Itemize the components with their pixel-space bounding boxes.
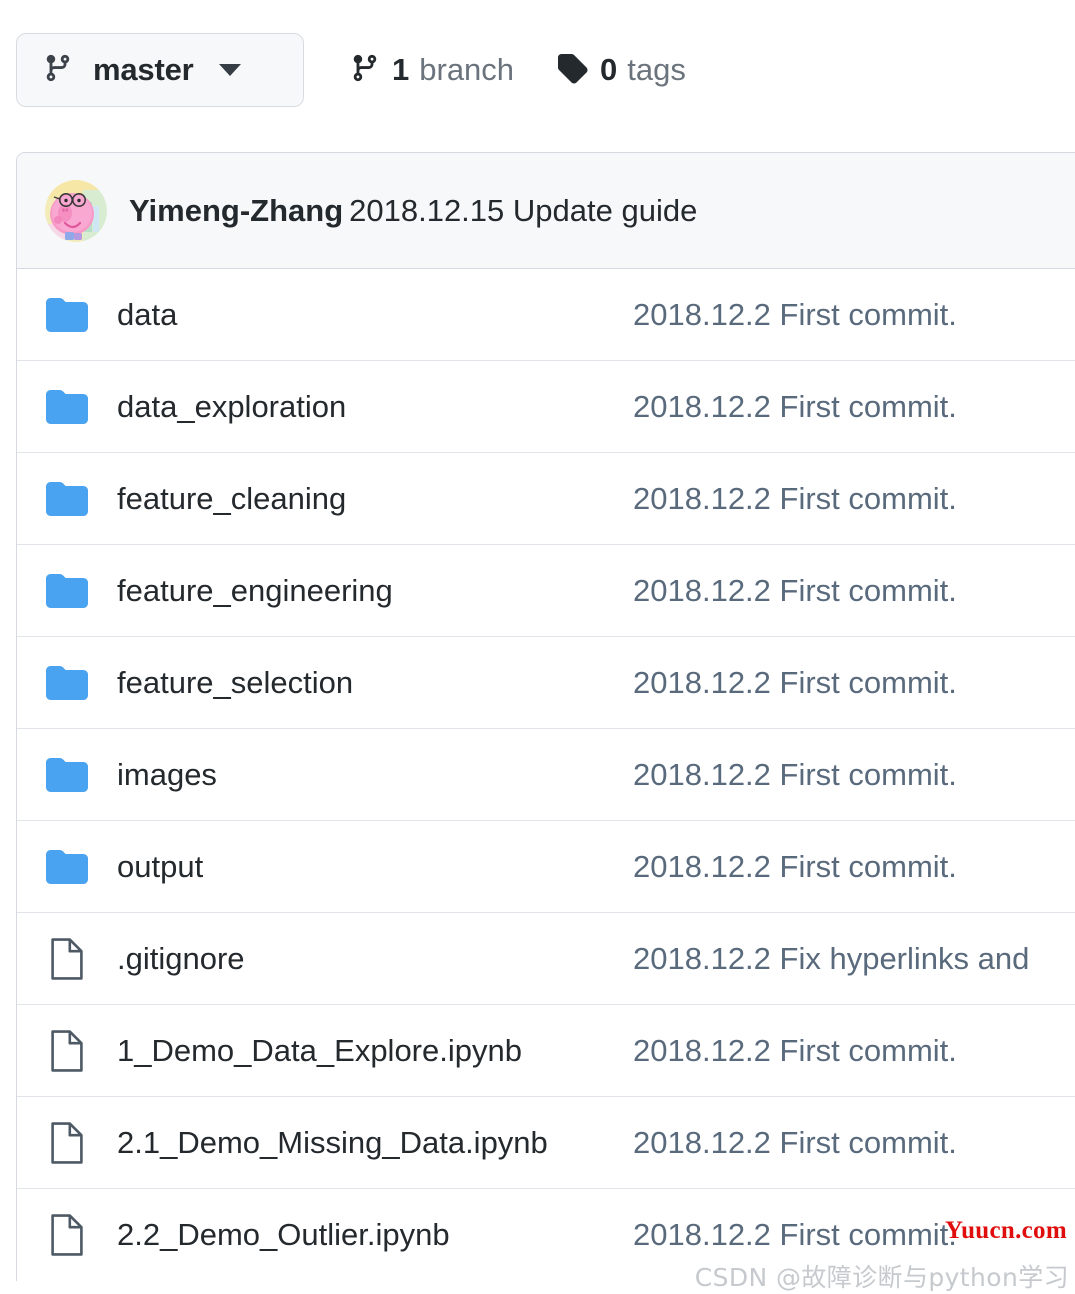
branch-count-link[interactable]: 1 branch	[350, 51, 514, 90]
commit-message-cell[interactable]: 2018.12.2 First commit.	[633, 1217, 1075, 1253]
table-row[interactable]: data_exploration 2018.12.2 First commit.	[17, 361, 1075, 453]
folder-name-link[interactable]: output	[117, 849, 633, 885]
table-row[interactable]: data 2018.12.2 First commit.	[17, 269, 1075, 361]
entry-name[interactable]: data	[117, 297, 177, 332]
table-row[interactable]: 2.1_Demo_Missing_Data.ipynb 2018.12.2 Fir…	[17, 1097, 1075, 1189]
tag-count-link[interactable]: 0 tags	[556, 51, 686, 90]
table-row[interactable]: feature_selection 2018.12.2 First commit.	[17, 637, 1075, 729]
folder-name-link[interactable]: data	[117, 297, 633, 333]
branch-selector-button[interactable]: master	[16, 33, 304, 107]
folder-name-link[interactable]: data_exploration	[117, 389, 633, 425]
entry-name[interactable]: 2.2_Demo_Outlier.ipynb	[117, 1217, 450, 1252]
table-row[interactable]: output 2018.12.2 First commit.	[17, 821, 1075, 913]
entry-name[interactable]: 1_Demo_Data_Explore.ipynb	[117, 1033, 522, 1068]
branch-name-label: master	[93, 52, 194, 87]
table-row[interactable]: images 2018.12.2 First commit.	[17, 729, 1075, 821]
git-branch-icon	[43, 51, 73, 90]
chevron-down-icon	[219, 64, 242, 76]
table-row[interactable]: .gitignore 2018.12.2 Fix hyperlinks and	[17, 913, 1075, 1005]
folder-name-link[interactable]: feature_cleaning	[117, 481, 633, 517]
folder-icon	[17, 296, 117, 334]
repo-meta-group: 1 branch 0 tags	[350, 51, 686, 90]
entry-name[interactable]: .gitignore	[117, 941, 245, 976]
commit-message-cell[interactable]: 2018.12.2 First commit.	[633, 573, 1075, 609]
file-name-link[interactable]: 2.2_Demo_Outlier.ipynb	[117, 1217, 633, 1253]
commit-message-cell[interactable]: 2018.12.2 First commit.	[633, 481, 1075, 517]
entry-name[interactable]: output	[117, 849, 203, 884]
commit-author[interactable]: Yimeng-Zhang	[129, 193, 343, 228]
entry-name[interactable]: 2.1_Demo_Missing_Data.ipynb	[117, 1125, 548, 1160]
folder-icon	[17, 664, 117, 702]
folder-icon	[17, 480, 117, 518]
entry-name[interactable]: images	[117, 757, 217, 792]
commit-summary: Yimeng-Zhang 2018.12.15 Update guide	[129, 193, 697, 229]
file-name-link[interactable]: 2.1_Demo_Missing_Data.ipynb	[117, 1125, 633, 1161]
folder-icon	[17, 572, 117, 610]
commit-message-cell[interactable]: 2018.12.2 First commit.	[633, 665, 1075, 701]
entry-name[interactable]: feature_cleaning	[117, 481, 346, 516]
tag-count-value: 0	[600, 52, 618, 87]
folder-name-link[interactable]: feature_engineering	[117, 573, 633, 609]
entry-name[interactable]: data_exploration	[117, 389, 346, 424]
commit-message[interactable]: 2018.12.15 Update guide	[349, 193, 697, 228]
file-icon	[17, 937, 117, 981]
commit-message-cell[interactable]: 2018.12.2 First commit.	[633, 1033, 1075, 1069]
avatar[interactable]	[45, 179, 107, 242]
table-row[interactable]: 2.2_Demo_Outlier.ipynb 2018.12.2 First co…	[17, 1189, 1075, 1281]
latest-commit-header: Yimeng-Zhang 2018.12.15 Update guide	[17, 153, 1075, 269]
repository-file-table: Yimeng-Zhang 2018.12.15 Update guide data…	[16, 152, 1075, 1281]
folder-icon	[17, 756, 117, 794]
branch-count-value: 1	[392, 52, 410, 87]
table-row[interactable]: feature_cleaning 2018.12.2 First commit.	[17, 453, 1075, 545]
entry-name[interactable]: feature_engineering	[117, 573, 393, 608]
folder-name-link[interactable]: feature_selection	[117, 665, 633, 701]
folder-icon	[17, 848, 117, 886]
commit-message-cell[interactable]: 2018.12.2 First commit.	[633, 757, 1075, 793]
folder-name-link[interactable]: images	[117, 757, 633, 793]
commit-message-cell[interactable]: 2018.12.2 First commit.	[633, 1125, 1075, 1161]
repo-toolbar: master 1 branch 0 tags	[0, 0, 1075, 140]
table-row[interactable]: feature_engineering 2018.12.2 First commi…	[17, 545, 1075, 637]
tag-count-label: tags	[627, 52, 686, 87]
git-branch-icon	[350, 51, 380, 90]
commit-message-cell[interactable]: 2018.12.2 First commit.	[633, 297, 1075, 333]
commit-message-cell[interactable]: 2018.12.2 First commit.	[633, 389, 1075, 425]
table-row[interactable]: 1_Demo_Data_Explore.ipynb 2018.12.2 First…	[17, 1005, 1075, 1097]
file-icon	[17, 1029, 117, 1073]
commit-message-cell[interactable]: 2018.12.2 First commit.	[633, 849, 1075, 885]
file-icon	[17, 1121, 117, 1165]
tag-icon	[556, 51, 588, 90]
file-name-link[interactable]: .gitignore	[117, 941, 633, 977]
file-icon	[17, 1213, 117, 1257]
file-row-list: data 2018.12.2 First commit. data_explorat…	[17, 269, 1075, 1281]
commit-message-cell[interactable]: 2018.12.2 Fix hyperlinks and	[633, 941, 1075, 977]
entry-name[interactable]: feature_selection	[117, 665, 353, 700]
branch-count-label: branch	[419, 52, 515, 87]
file-name-link[interactable]: 1_Demo_Data_Explore.ipynb	[117, 1033, 633, 1069]
folder-icon	[17, 388, 117, 426]
